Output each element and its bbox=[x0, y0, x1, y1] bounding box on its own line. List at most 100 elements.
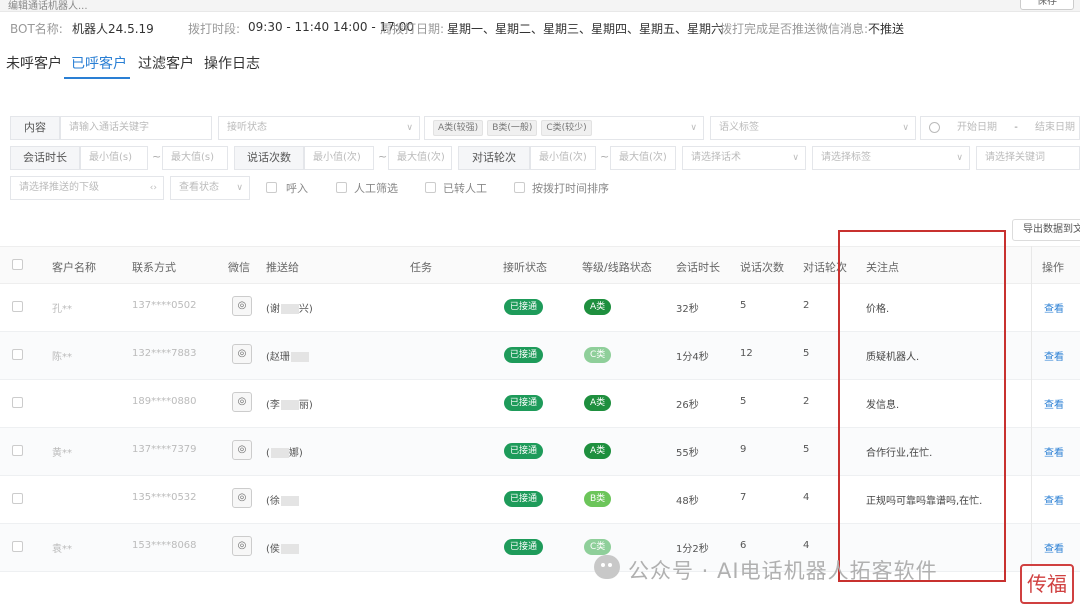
col-wechat: 微信 bbox=[228, 261, 250, 274]
answer-status-select[interactable]: 接听状态 ∨ bbox=[218, 116, 420, 140]
script-select[interactable]: 请选择话术 ∨ bbox=[682, 146, 806, 170]
sort-by-time-label: 按拨打时间排序 bbox=[532, 182, 609, 195]
content-label: 内容 bbox=[10, 116, 60, 140]
round-count: 5 bbox=[803, 444, 810, 455]
col-answer-status: 接听状态 bbox=[503, 261, 547, 274]
wechat-icon[interactable]: ◎ bbox=[232, 296, 252, 316]
call-duration: 32秒 bbox=[676, 304, 699, 315]
redaction bbox=[280, 544, 299, 554]
grade-chip-a[interactable]: A类(较强) bbox=[433, 120, 484, 136]
answer-status-badge: 已接通 bbox=[504, 491, 544, 507]
push-target-text: (谢 bbox=[266, 304, 280, 315]
subordinate-placeholder: 请选择推送的下级 bbox=[19, 182, 99, 193]
view-link[interactable]: 查看 bbox=[1044, 444, 1064, 459]
redaction bbox=[280, 400, 299, 410]
row-checkbox[interactable] bbox=[12, 349, 23, 360]
top-save-button[interactable]: 保存 bbox=[1020, 0, 1074, 10]
push-target-text: (侯 bbox=[266, 544, 280, 555]
view-link[interactable]: 查看 bbox=[1044, 540, 1064, 555]
incoming-checkbox[interactable] bbox=[266, 182, 277, 193]
subordinate-select[interactable]: 请选择推送的下级 ‹› bbox=[10, 176, 164, 200]
tab-logs[interactable]: 操作日志 bbox=[204, 53, 260, 73]
tab-filtered[interactable]: 过滤客户 bbox=[138, 53, 194, 73]
bot-name-value: 机器人24.5.19 bbox=[72, 22, 154, 36]
keyword-input[interactable]: 请输入通话关键字 bbox=[60, 116, 212, 140]
filter-panel: 内容 请输入通话关键字 接听状态 ∨ A类(较强) B类(一般) C类(较少) ∨ 语… bbox=[0, 110, 1080, 210]
tab-called[interactable]: 已呼客户 bbox=[71, 53, 127, 73]
keyword-select[interactable]: 请选择关键词 bbox=[976, 146, 1080, 170]
chevron-down-icon: ∨ bbox=[956, 153, 963, 163]
view-link[interactable]: 查看 bbox=[1044, 492, 1064, 507]
manual-filter-label: 人工筛选 bbox=[354, 182, 398, 195]
filter-row-1: 内容 请输入通话关键字 接听状态 ∨ A类(较强) B类(一般) C类(较少) ∨ 语… bbox=[0, 116, 1080, 140]
customer-phone: 135****0532 bbox=[132, 492, 197, 503]
view-status-select[interactable]: 查看状态 ∨ bbox=[170, 176, 250, 200]
push-target: (谢 兴) bbox=[266, 300, 313, 315]
wechat-icon[interactable]: ◎ bbox=[232, 344, 252, 364]
grade-chip-c[interactable]: C类(较少) bbox=[541, 120, 592, 136]
answer-status-badge: 已接通 bbox=[504, 539, 544, 555]
top-bar: 编辑通话机器人... 保存 bbox=[0, 0, 1080, 12]
row-checkbox[interactable] bbox=[12, 301, 23, 312]
chevron-down-icon: ∨ bbox=[406, 123, 413, 133]
grade-badge: A类 bbox=[584, 299, 612, 315]
view-link[interactable]: 查看 bbox=[1044, 348, 1064, 363]
wechat-icon[interactable]: ◎ bbox=[232, 440, 252, 460]
push-value: 不推送 bbox=[868, 22, 905, 36]
redaction bbox=[280, 304, 299, 314]
speak-min-input[interactable]: 最小值(次) bbox=[304, 146, 374, 170]
duration-min-input[interactable]: 最小值(s) bbox=[80, 146, 148, 170]
grade-multi-select[interactable]: A类(较强) B类(一般) C类(较少) ∨ bbox=[424, 116, 704, 140]
call-week-value: 星期一、星期二、星期三、星期四、星期五、星期六 bbox=[447, 22, 724, 36]
speak-count-label: 说话次数 bbox=[234, 146, 304, 170]
redaction bbox=[280, 496, 299, 506]
col-speaks: 说话次数 bbox=[740, 261, 784, 274]
customer-name: 黄** bbox=[52, 448, 72, 459]
transferred-label: 已转人工 bbox=[443, 182, 487, 195]
push-target: (李 丽) bbox=[266, 396, 313, 411]
round-count: 4 bbox=[803, 492, 810, 503]
push-target: (赵珊 bbox=[266, 348, 309, 363]
chevron-down-icon: ∨ bbox=[236, 183, 243, 193]
focus-column-highlight bbox=[838, 230, 1006, 582]
filter-row-3: 请选择推送的下级 ‹› 查看状态 ∨ 呼入 人工筛选 已转人工 按拨打时间排序 bbox=[0, 176, 1080, 200]
wechat-icon[interactable]: ◎ bbox=[232, 488, 252, 508]
customer-name: 孔** bbox=[52, 304, 72, 315]
push-target-suffix: 娜) bbox=[288, 448, 303, 459]
range-separator: ~ bbox=[600, 150, 610, 163]
rounds-min-input[interactable]: 最小值(次) bbox=[530, 146, 596, 170]
customer-phone: 132****7883 bbox=[132, 348, 197, 359]
semantic-tag-select[interactable]: 语义标签 ∨ bbox=[710, 116, 916, 140]
redaction bbox=[270, 448, 289, 458]
view-link[interactable]: 查看 bbox=[1044, 300, 1064, 315]
chevron-down-icon: ∨ bbox=[690, 123, 697, 133]
tab-uncalled[interactable]: 未呼客户 bbox=[6, 53, 62, 73]
manual-filter-checkbox[interactable] bbox=[336, 182, 347, 193]
speak-max-input[interactable]: 最大值(次) bbox=[388, 146, 452, 170]
push-target-text: (赵珊 bbox=[266, 352, 290, 363]
col-task: 任务 bbox=[410, 261, 432, 274]
customer-phone: 137****0502 bbox=[132, 300, 197, 311]
select-all-checkbox[interactable] bbox=[12, 259, 23, 270]
row-checkbox[interactable] bbox=[12, 493, 23, 504]
customer-phone: 137****7379 bbox=[132, 444, 197, 455]
row-checkbox[interactable] bbox=[12, 541, 23, 552]
date-range-picker[interactable]: 开始日期 - 结束日期 bbox=[920, 116, 1080, 140]
export-button[interactable]: 导出数据到文件 bbox=[1012, 219, 1080, 241]
watermark-text: 公众号 · AI电话机器人拓客软件 bbox=[628, 559, 938, 583]
answer-status-badge: 已接通 bbox=[504, 299, 544, 315]
duration-max-input[interactable]: 最大值(s) bbox=[162, 146, 228, 170]
end-date-placeholder: 结束日期 bbox=[1034, 122, 1075, 133]
view-link[interactable]: 查看 bbox=[1044, 396, 1064, 411]
sort-by-time-checkbox[interactable] bbox=[514, 182, 525, 193]
grade-chip-b[interactable]: B类(一般) bbox=[487, 120, 538, 136]
wechat-icon[interactable]: ◎ bbox=[232, 536, 252, 556]
wechat-icon[interactable]: ◎ bbox=[232, 392, 252, 412]
row-checkbox[interactable] bbox=[12, 445, 23, 456]
row-checkbox[interactable] bbox=[12, 397, 23, 408]
speak-count: 9 bbox=[740, 444, 747, 455]
customer-phone: 153****8068 bbox=[132, 540, 197, 551]
transferred-checkbox[interactable] bbox=[425, 182, 436, 193]
rounds-max-input[interactable]: 最大值(次) bbox=[610, 146, 676, 170]
tag-select[interactable]: 请选择标签 ∨ bbox=[812, 146, 970, 170]
